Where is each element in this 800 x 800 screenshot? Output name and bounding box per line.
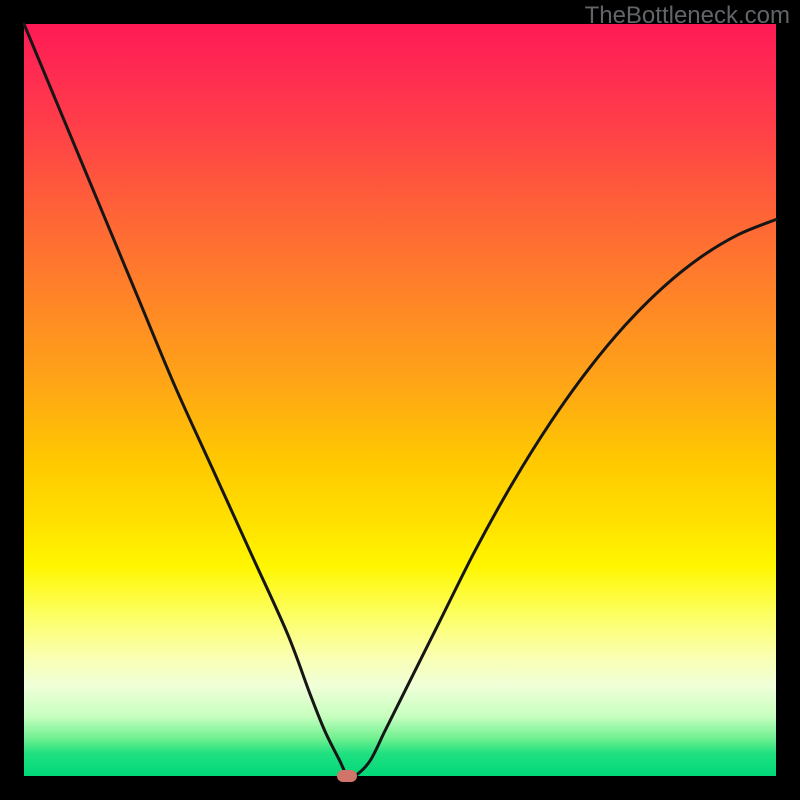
plot-area (24, 24, 776, 776)
curve-layer (24, 24, 776, 776)
v-curve (24, 24, 776, 778)
chart-frame: TheBottleneck.com (0, 0, 800, 800)
optimum-marker (337, 770, 357, 782)
